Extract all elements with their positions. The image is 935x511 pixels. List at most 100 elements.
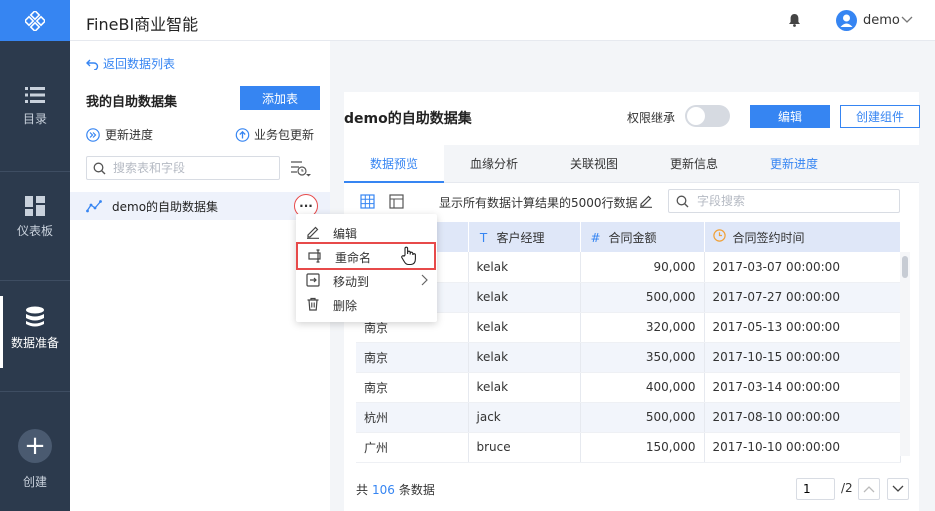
table-row: 南京 kelak 350,000 2017-10-15 00:00:00 [356, 342, 901, 373]
dataset-name: demo的自助数据集 [112, 200, 219, 214]
update-progress-link[interactable]: 更新进度 [86, 126, 153, 143]
table-cell: 400,000 [580, 372, 705, 403]
table-cell: 150,000 [580, 432, 705, 463]
avatar[interactable] [836, 10, 857, 31]
bell-icon[interactable] [788, 13, 801, 27]
column-header[interactable]: # 合同金额 [580, 222, 705, 252]
tab-lineage[interactable]: 血缘分析 [444, 145, 544, 183]
back-label: 返回数据列表 [103, 57, 176, 71]
column-header[interactable]: T 客户经理 [468, 222, 581, 252]
dashboard-icon [25, 196, 45, 216]
user-icon [840, 14, 853, 27]
table-row: kelak 500,000 2017-07-27 00:00:00 [356, 282, 901, 313]
menu-item-delete[interactable]: 删除 [296, 292, 437, 316]
package-update-link[interactable]: 业务包更新 [235, 126, 314, 143]
table-cell: 2017-05-13 00:00:00 [704, 312, 901, 343]
rename-icon [308, 249, 321, 263]
table-cell: 2017-03-14 00:00:00 [704, 372, 901, 403]
total-count-number: 106 [372, 483, 395, 497]
pencil-icon [307, 226, 319, 239]
panel-view-icon[interactable] [389, 194, 404, 209]
table-cell: 杭州 [356, 402, 469, 433]
next-page-button[interactable] [887, 478, 909, 500]
menu-item-move-to[interactable]: 移动到 [296, 268, 437, 292]
table-cell: kelak [468, 312, 581, 343]
table-cell: 2017-08-10 00:00:00 [704, 402, 901, 433]
nav-label: 创建 [22, 475, 47, 489]
column-header[interactable]: 合同签约时间 [704, 222, 901, 252]
permission-label: 权限继承 [627, 111, 676, 125]
table-cell: 2017-10-15 00:00:00 [704, 342, 901, 373]
scrollbar-thumb[interactable] [902, 256, 908, 278]
nav-label: 目录 [22, 112, 47, 126]
search-icon [93, 162, 106, 175]
nav-item-data-prep[interactable]: 数据准备 [0, 296, 70, 368]
dataset-item[interactable]: demo的自助数据集 [70, 192, 330, 220]
grid-view-icon[interactable] [360, 194, 375, 209]
field-search-input[interactable] [697, 193, 895, 209]
table-cell: bruce [468, 432, 581, 463]
move-to-icon [306, 273, 320, 287]
chevron-right-icon [421, 274, 428, 286]
field-search[interactable] [668, 189, 900, 213]
table-field-search[interactable] [86, 156, 280, 180]
table-cell: 南京 [356, 372, 469, 403]
pencil-icon[interactable] [639, 194, 653, 208]
hand-cursor-icon [401, 246, 416, 266]
table-row: kelak 90,000 2017-03-07 00:00:00 [356, 252, 901, 283]
app-title: FineBI商业智能 [86, 15, 199, 34]
chevron-down-icon [892, 485, 904, 492]
table-cell: 广州 [356, 432, 469, 463]
table-cell: jack [468, 402, 581, 433]
number-type-icon: # [590, 230, 601, 245]
context-menu: 编辑 重命名 移动到 删除 [296, 214, 437, 322]
package-update-label: 业务包更新 [254, 128, 315, 142]
nav-label: 仪表板 [16, 224, 53, 238]
tab-data-preview[interactable]: 数据预览 [344, 145, 444, 183]
table-cell: 500,000 [580, 402, 705, 433]
table-cell: 90,000 [580, 252, 705, 283]
nav-item-create[interactable]: + 创建 [0, 429, 70, 490]
user-name[interactable]: demo [863, 13, 900, 28]
app-logo[interactable] [0, 0, 70, 41]
table-row: 南京 kelak 320,000 2017-05-13 00:00:00 [356, 312, 901, 343]
dataset-title: demo的自助数据集 [344, 111, 472, 127]
page-number-input[interactable] [796, 478, 835, 500]
plus-icon: + [18, 429, 52, 463]
table-cell: 2017-03-07 00:00:00 [704, 252, 901, 283]
nav-item-dashboard[interactable]: 仪表板 [0, 196, 70, 239]
cloud-upload-icon [235, 127, 250, 142]
fast-forward-icon [86, 127, 100, 142]
table-cell: 2017-07-27 00:00:00 [704, 282, 901, 313]
list-icon [25, 87, 45, 103]
menu-label: 重命名 [335, 251, 372, 265]
nav-divider [0, 280, 70, 281]
back-to-list-link[interactable]: 返回数据列表 [86, 55, 175, 72]
menu-label: 移动到 [333, 275, 370, 289]
create-component-button[interactable]: 创建组件 [840, 105, 920, 128]
tab-update-progress[interactable]: 更新进度 [744, 145, 844, 183]
search-input[interactable] [113, 160, 273, 176]
filter-sort-icon[interactable] [290, 159, 312, 179]
table-scrollbar[interactable] [900, 252, 910, 456]
tab-update-info[interactable]: 更新信息 [644, 145, 744, 183]
table-cell: 350,000 [580, 342, 705, 373]
menu-item-edit[interactable]: 编辑 [296, 220, 437, 244]
edit-button[interactable]: 编辑 [750, 105, 830, 128]
permission-toggle[interactable] [685, 105, 730, 127]
top-header: FineBI商业智能 demo [70, 0, 935, 41]
table-header-row: T 客户经理 # 合同金额 合同签约时间 [356, 222, 901, 252]
logo-icon [25, 10, 45, 31]
prev-page-button[interactable] [858, 478, 880, 500]
database-icon [26, 306, 44, 327]
table-cell: 500,000 [580, 282, 705, 313]
chevron-down-icon[interactable] [901, 14, 913, 24]
table-cell: kelak [468, 252, 581, 283]
table-cell: 南京 [356, 342, 469, 373]
panel-title: 我的自助数据集 [86, 95, 178, 110]
nav-item-catalog[interactable]: 目录 [0, 86, 70, 127]
table-cell: 2017-10-10 00:00:00 [704, 432, 901, 463]
menu-label: 删除 [333, 299, 358, 313]
add-table-button[interactable]: 添加表 [240, 86, 320, 110]
tab-relation-view[interactable]: 关联视图 [544, 145, 644, 183]
